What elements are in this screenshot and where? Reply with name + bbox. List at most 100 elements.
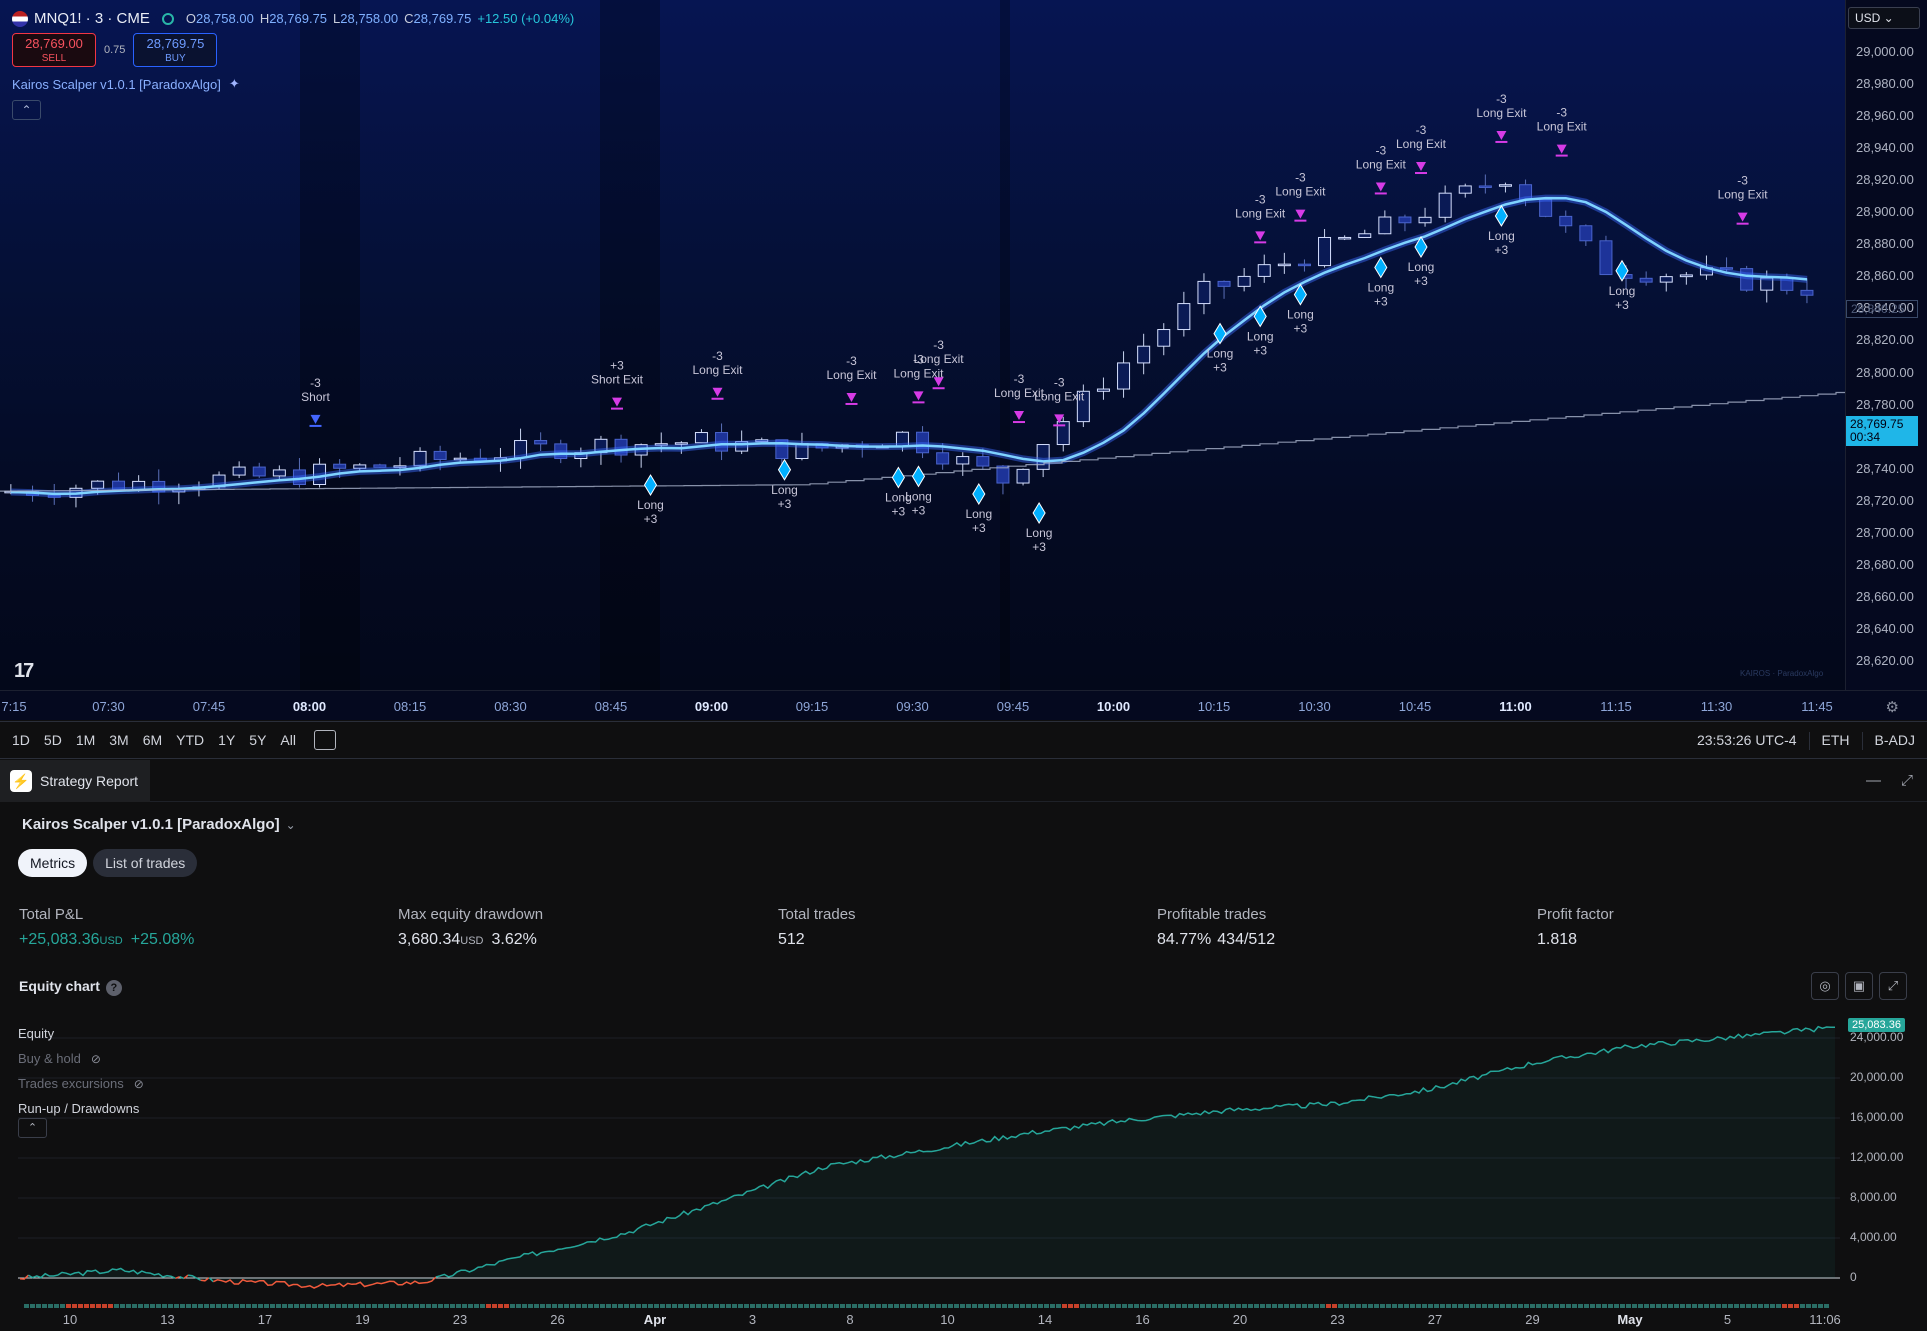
runup-drawdown-bar xyxy=(936,1304,941,1308)
range-button-5d[interactable]: 5D xyxy=(44,732,62,748)
candle-body xyxy=(936,452,950,465)
tab-list-of-trades[interactable]: List of trades xyxy=(93,849,198,877)
indicator-legend[interactable]: Kairos Scalper v1.0.1 [ParadoxAlgo] ✦ xyxy=(12,76,240,92)
long-marker[interactable]: Long+3 xyxy=(1609,259,1636,312)
collapse-legend-button[interactable]: ⌃ xyxy=(12,100,41,120)
runup-drawdown-bar xyxy=(1746,1304,1751,1308)
range-button-6m[interactable]: 6M xyxy=(143,732,162,748)
long-marker[interactable]: Long+3 xyxy=(1026,502,1053,554)
range-button-1m[interactable]: 1M xyxy=(76,732,95,748)
runup-drawdown-bar xyxy=(552,1304,557,1308)
long-marker[interactable]: Long+3 xyxy=(1408,236,1435,288)
maximize-icon[interactable]: ⤢ xyxy=(1901,772,1913,789)
market-status-icon[interactable] xyxy=(161,12,174,25)
legend-equity[interactable]: Equity xyxy=(18,1026,54,1041)
candle-body xyxy=(413,450,427,467)
runup-drawdown-bar xyxy=(1164,1304,1169,1308)
buy-label: BUY xyxy=(165,53,186,64)
exit-marker[interactable]: -3Long Exit xyxy=(1235,192,1286,244)
runup-drawdown-bar xyxy=(1770,1304,1775,1308)
equity-date-tick: 29 xyxy=(1525,1312,1540,1327)
indicator-name[interactable]: Kairos Scalper v1.0.1 [ParadoxAlgo] xyxy=(12,77,221,92)
marker-arrow xyxy=(846,392,857,402)
settings-icon[interactable]: ◎ xyxy=(1811,972,1839,1000)
tab-metrics[interactable]: Metrics xyxy=(18,849,88,877)
sparkle-icon[interactable]: ✦ xyxy=(229,76,240,92)
candle-body xyxy=(1096,388,1110,392)
chart-pane[interactable]: -3 Short +3 Short Exit Long +3 -3 Long Exit Long… xyxy=(0,0,1927,720)
session-toggle[interactable]: ETH xyxy=(1822,732,1850,750)
time-axis[interactable]: ⚙ 7:15 07:30 07:45 08:00 08:15 08:30 08:45 09:0… xyxy=(0,690,1927,720)
adjust-toggle[interactable]: B-ADJ xyxy=(1875,732,1915,750)
marker-label: Long Exit xyxy=(1356,157,1407,171)
runup-drawdown-bar xyxy=(492,1304,497,1308)
runup-drawdown-bar xyxy=(216,1304,221,1308)
runup-drawdown-bar xyxy=(414,1304,419,1308)
long-marker[interactable]: Long+3 xyxy=(1367,256,1394,308)
runup-drawdown-bar xyxy=(1224,1304,1229,1308)
range-button-1y[interactable]: 1Y xyxy=(218,732,235,748)
exit-marker[interactable]: -3Long Exit xyxy=(914,338,965,390)
range-button-1d[interactable]: 1D xyxy=(12,732,30,748)
range-button-5y[interactable]: 5Y xyxy=(249,732,266,748)
long-marker[interactable]: Long+3 xyxy=(771,458,798,511)
tab-strategy-report[interactable]: ⚡ Strategy Report xyxy=(0,760,150,802)
runup-drawdown-bar xyxy=(978,1304,983,1308)
equity-price-tick: 20,000.00 xyxy=(1850,1070,1904,1084)
chart-area[interactable]: -3 Short +3 Short Exit Long +3 -3 Long Exit Long… xyxy=(0,0,1845,690)
symbol-title[interactable]: MNQ1! · 3 · CME xyxy=(34,10,150,27)
legend-trades-excursions[interactable]: Trades excursions ⊘ xyxy=(18,1076,144,1091)
long-marker[interactable]: Long+3 xyxy=(965,483,992,535)
runup-drawdown-bar xyxy=(108,1304,113,1308)
exit-marker[interactable]: -3Long Exit xyxy=(826,354,877,405)
price-axis[interactable]: 29,000.00 28,980.00 28,960.00 28,940.00 28,9… xyxy=(1845,0,1927,690)
candle-body xyxy=(1418,216,1432,224)
exit-marker[interactable]: -3Long Exit xyxy=(1537,106,1588,157)
runup-drawdown-bar xyxy=(1308,1304,1313,1308)
eye-off-icon[interactable]: ⊘ xyxy=(134,1077,144,1091)
long-marker[interactable]: Long+3 xyxy=(1488,204,1515,257)
marker-label: Long Exit xyxy=(1537,120,1588,134)
runup-drawdown-bar xyxy=(1656,1304,1661,1308)
minimize-icon[interactable]: — xyxy=(1866,772,1881,789)
equity-chart[interactable] xyxy=(0,1008,1927,1328)
exit-marker[interactable]: -3Long Exit xyxy=(1476,92,1527,143)
runup-drawdown-bar xyxy=(390,1304,395,1308)
marker-qty: +3 xyxy=(1032,540,1046,554)
buy-button[interactable]: 28,769.75 BUY xyxy=(133,33,218,67)
price-tick: 28,680.00 xyxy=(1856,556,1914,572)
marker-label: Long xyxy=(1408,260,1435,274)
report-tabbar: ⚡ Strategy Report — ⤢ xyxy=(0,760,1927,802)
eye-off-icon[interactable]: ⊘ xyxy=(91,1052,101,1066)
calendar-icon[interactable] xyxy=(314,730,336,750)
sell-button[interactable]: 28,769.00 SELL xyxy=(12,33,96,67)
range-button-all[interactable]: All xyxy=(280,732,296,748)
runup-drawdown-bar xyxy=(474,1304,479,1308)
price-chart[interactable]: -3Short+3Short ExitLong+3-3Long ExitLong… xyxy=(0,0,1845,690)
runup-drawdown-bar xyxy=(1368,1304,1373,1308)
tradingview-logo[interactable]: 17 xyxy=(14,660,34,683)
range-button-3m[interactable]: 3M xyxy=(109,732,128,748)
range-button-ytd[interactable]: YTD xyxy=(176,732,204,748)
gear-icon[interactable]: ⚙ xyxy=(1886,698,1899,716)
runup-drawdown-bar xyxy=(648,1304,653,1308)
runup-drawdown-bar xyxy=(948,1304,953,1308)
exit-marker[interactable]: -3Long Exit xyxy=(692,349,743,400)
metric-label: Total trades xyxy=(778,906,856,923)
exit-marker[interactable]: -3Long Exit xyxy=(1718,174,1769,225)
metric-label: Max equity drawdown xyxy=(398,906,544,923)
runup-drawdown-bar xyxy=(1524,1304,1529,1308)
currency-select[interactable]: USD ⌄ xyxy=(1848,7,1920,29)
time-tick: 10:30 xyxy=(1298,699,1331,714)
collapse-legend-button[interactable]: ⌃ xyxy=(18,1118,47,1138)
legend-runup-drawdowns[interactable]: Run-up / Drawdowns xyxy=(18,1101,139,1116)
clock[interactable]: 23:53:26 UTC-4 xyxy=(1697,732,1797,750)
strategy-selector[interactable]: Kairos Scalper v1.0.1 [ParadoxAlgo] ⌄ xyxy=(22,816,296,833)
runup-drawdown-bar xyxy=(1248,1304,1253,1308)
camera-icon[interactable]: ▣ xyxy=(1845,972,1873,1000)
legend-buy-hold[interactable]: Buy & hold ⊘ xyxy=(18,1051,101,1066)
help-icon[interactable]: ? xyxy=(105,980,122,996)
runup-drawdown-bar xyxy=(1260,1304,1265,1308)
runup-drawdown-bar xyxy=(210,1304,215,1308)
fullscreen-icon[interactable]: ⤢ xyxy=(1879,972,1907,1000)
